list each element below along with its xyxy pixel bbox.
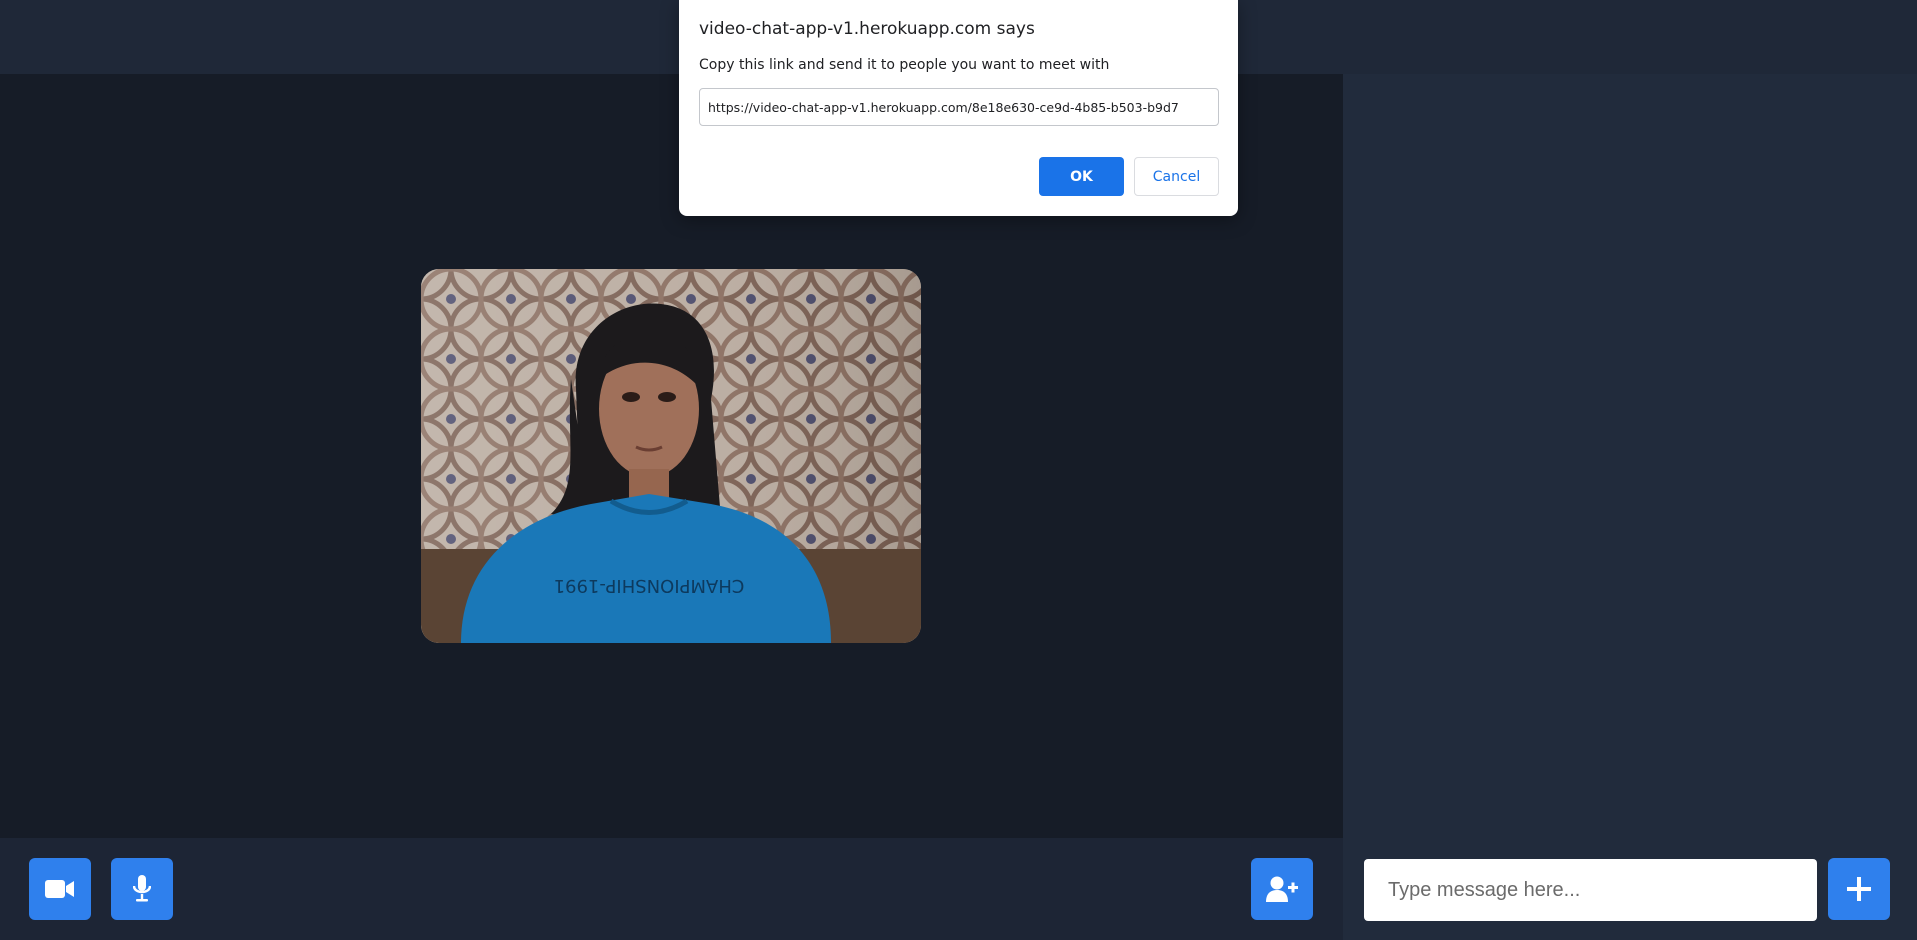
message-input[interactable]	[1364, 859, 1817, 921]
shirt-print: CHAMPIONSHIP-1991	[554, 575, 745, 596]
share-link-dialog: video-chat-app-v1.herokuapp.com says Cop…	[679, 0, 1238, 216]
send-message-button[interactable]	[1828, 858, 1890, 920]
dialog-title: video-chat-app-v1.herokuapp.com says	[699, 19, 1035, 39]
dialog-message: Copy this link and send it to people you…	[699, 57, 1110, 73]
invite-user-button[interactable]	[1251, 858, 1313, 920]
video-camera-icon	[45, 879, 75, 899]
meeting-link-field[interactable]	[699, 88, 1219, 126]
local-video-tile: CHAMPIONSHIP-1991	[421, 269, 921, 643]
plus-icon	[1847, 877, 1871, 901]
toggle-mic-button[interactable]	[111, 858, 173, 920]
toggle-video-button[interactable]	[29, 858, 91, 920]
microphone-icon	[133, 875, 151, 903]
webcam-feed: CHAMPIONSHIP-1991	[421, 269, 921, 643]
chat-panel	[1343, 74, 1917, 940]
user-plus-icon	[1266, 876, 1298, 902]
control-bar	[0, 838, 1343, 940]
ok-button[interactable]: OK	[1039, 157, 1124, 196]
cancel-button[interactable]: Cancel	[1134, 157, 1219, 196]
